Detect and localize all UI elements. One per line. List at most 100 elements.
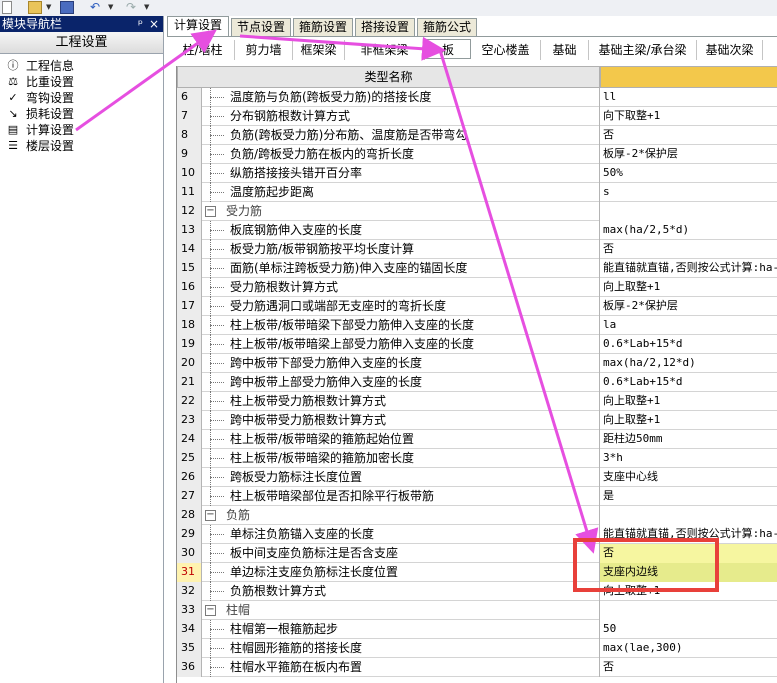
open-folder-icon[interactable] — [28, 1, 42, 14]
grid-row[interactable]: 18 柱上板带/板带暗梁下部受力筋伸入支座的长度 la — [177, 316, 777, 335]
row-value-cell[interactable]: 板厚-2*保护层 — [600, 297, 777, 316]
row-value-cell[interactable]: 是 — [600, 487, 777, 506]
collapse-icon[interactable]: − — [205, 510, 216, 521]
grid-row[interactable]: 8 负筋(跨板受力筋)分布筋、温度筋是否带弯勾 否 — [177, 126, 777, 145]
grid-row[interactable]: 36 柱帽水平箍筋在板内布置 否 — [177, 658, 777, 677]
row-value-cell[interactable]: 向上取整+1 — [600, 278, 777, 297]
new-file-icon[interactable] — [2, 1, 12, 14]
row-value-cell[interactable]: 板厚-2*保护层 — [600, 145, 777, 164]
component-tab[interactable]: 剪力墙 — [235, 40, 293, 60]
grid-row[interactable]: 7 分布钢筋根数计算方式 向下取整+1 — [177, 107, 777, 126]
grid-row[interactable]: 21 跨中板带上部受力筋伸入支座的长度 0.6*Lab+15*d — [177, 373, 777, 392]
row-name-cell[interactable]: 跨板受力筋标注长度位置 — [202, 468, 600, 487]
row-name-cell[interactable]: 柱上板带/板带暗梁上部受力筋伸入支座的长度 — [202, 335, 600, 354]
settings-tab[interactable]: 计算设置 — [167, 16, 229, 36]
settings-tab[interactable]: 箍筋设置 — [293, 18, 353, 36]
row-name-cell[interactable]: 负筋根数计算方式 — [202, 582, 600, 601]
row-value-cell[interactable]: 3*h — [600, 449, 777, 468]
grid-row[interactable]: 23 跨中板带受力筋根数计算方式 向上取整+1 — [177, 411, 777, 430]
grid-row[interactable]: 34 柱帽第一根箍筋起步 50 — [177, 620, 777, 639]
grid-row[interactable]: 22 柱上板带受力筋根数计算方式 向上取整+1 — [177, 392, 777, 411]
grid-group-row[interactable]: 12− 受力筋 — [177, 202, 777, 221]
grid-row[interactable]: 24 柱上板带/板带暗梁的箍筋起始位置 距柱边50mm — [177, 430, 777, 449]
grid-row[interactable]: 19 柱上板带/板带暗梁上部受力筋伸入支座的长度 0.6*Lab+15*d — [177, 335, 777, 354]
undo-icon[interactable]: ↶ — [90, 1, 104, 14]
save-icon[interactable] — [60, 1, 74, 14]
row-name-cell[interactable]: 跨中板带受力筋根数计算方式 — [202, 411, 600, 430]
grid-row[interactable]: 13 板底钢筋伸入支座的长度 max(ha/2,5*d) — [177, 221, 777, 240]
row-name-cell[interactable]: 跨中板带上部受力筋伸入支座的长度 — [202, 373, 600, 392]
grid-row[interactable]: 17 受力筋遇洞口或端部无支座时的弯折长度 板厚-2*保护层 — [177, 297, 777, 316]
row-value-cell[interactable]: 50 — [600, 620, 777, 639]
settings-tab[interactable]: 搭接设置 — [355, 18, 415, 36]
grid-row[interactable]: 14 板受力筋/板带钢筋按平均长度计算 否 — [177, 240, 777, 259]
redo-icon[interactable]: ↷ — [126, 1, 140, 14]
row-value-cell[interactable]: max(ha/2,12*d) — [600, 354, 777, 373]
row-value-cell[interactable]: max(lae,300) — [600, 639, 777, 658]
grid-row[interactable]: 15 面筋(单标注跨板受力筋)伸入支座的锚固长度 能直锚就直锚,否则按公式计算:ha… — [177, 259, 777, 278]
component-tab[interactable]: 空心楼盖 — [471, 40, 541, 60]
chevron-down-icon[interactable]: ▼ — [46, 3, 51, 11]
grid-row[interactable]: 9 负筋/跨板受力筋在板内的弯折长度 板厚-2*保护层 — [177, 145, 777, 164]
row-value-cell[interactable]: 向上取整+1 — [600, 392, 777, 411]
grid-row[interactable]: 26 跨板受力筋标注长度位置 支座中心线 — [177, 468, 777, 487]
row-value-cell[interactable]: 否 — [600, 240, 777, 259]
row-value-cell[interactable]: 50% — [600, 164, 777, 183]
row-value-cell[interactable]: 支座中心线 — [600, 468, 777, 487]
row-value-cell[interactable]: ll — [600, 88, 777, 107]
component-tab[interactable]: 基础 — [541, 40, 589, 60]
grid-row[interactable]: 16 受力筋根数计算方式 向上取整+1 — [177, 278, 777, 297]
navigator-item[interactable]: ↘ 损耗设置 — [0, 106, 163, 122]
component-tab[interactable]: 基础主梁/承台梁 — [589, 40, 697, 60]
row-name-cell[interactable]: 负筋/跨板受力筋在板内的弯折长度 — [202, 145, 600, 164]
navigator-item[interactable]: ✓ 弯钩设置 — [0, 90, 163, 106]
row-name-cell[interactable]: 板底钢筋伸入支座的长度 — [202, 221, 600, 240]
component-tab[interactable]: 板 — [425, 39, 471, 59]
row-name-cell[interactable]: 柱帽水平箍筋在板内布置 — [202, 658, 600, 677]
row-value-cell[interactable]: s — [600, 183, 777, 202]
row-name-cell[interactable]: 负筋(跨板受力筋)分布筋、温度筋是否带弯勾 — [202, 126, 600, 145]
row-value-cell[interactable]: 0.6*Lab+15*d — [600, 373, 777, 392]
collapse-icon[interactable]: − — [205, 605, 216, 616]
row-name-cell[interactable]: 温度筋起步距离 — [202, 183, 600, 202]
row-name-cell[interactable]: 分布钢筋根数计算方式 — [202, 107, 600, 126]
grid-group-row[interactable]: 33− 柱帽 — [177, 601, 777, 620]
row-value-cell[interactable]: 否 — [600, 126, 777, 145]
row-name-cell[interactable]: 柱帽圆形箍筋的搭接长度 — [202, 639, 600, 658]
row-name-cell[interactable]: 面筋(单标注跨板受力筋)伸入支座的锚固长度 — [202, 259, 600, 278]
navigator-item[interactable]: ▤ 计算设置 — [0, 122, 163, 138]
grid-row[interactable]: 25 柱上板带/板带暗梁的箍筋加密长度 3*h — [177, 449, 777, 468]
row-name-cell[interactable]: 纵筋搭接接头错开百分率 — [202, 164, 600, 183]
collapse-icon[interactable]: − — [205, 206, 216, 217]
grid-row[interactable]: 11 温度筋起步距离 s — [177, 183, 777, 202]
row-name-cell[interactable]: 柱帽第一根箍筋起步 — [202, 620, 600, 639]
column-header-name[interactable]: 类型名称 — [177, 66, 600, 88]
row-name-cell[interactable]: 柱上板带暗梁部位是否扣除平行板带筋 — [202, 487, 600, 506]
row-value-cell[interactable]: 能直锚就直锚,否则按公式计算:ha-bhc+15*d — [600, 259, 777, 278]
settings-tab[interactable]: 箍筋公式 — [417, 18, 477, 36]
row-name-cell[interactable]: − 负筋 — [202, 506, 600, 525]
grid-group-row[interactable]: 28− 负筋 — [177, 506, 777, 525]
row-name-cell[interactable]: 跨中板带下部受力筋伸入支座的长度 — [202, 354, 600, 373]
row-value-cell[interactable]: la — [600, 316, 777, 335]
row-value-cell[interactable] — [600, 506, 777, 525]
row-name-cell[interactable]: − 柱帽 — [202, 601, 600, 620]
row-name-cell[interactable]: 温度筋与负筋(跨板受力筋)的搭接长度 — [202, 88, 600, 107]
row-value-cell[interactable]: 距柱边50mm — [600, 430, 777, 449]
component-tab[interactable]: 非框架梁 — [345, 40, 425, 60]
row-name-cell[interactable]: 柱上板带/板带暗梁的箍筋起始位置 — [202, 430, 600, 449]
navigator-item[interactable]: ⚖ 比重设置 — [0, 74, 163, 90]
grid-row[interactable]: 27 柱上板带暗梁部位是否扣除平行板带筋 是 — [177, 487, 777, 506]
row-name-cell[interactable]: 柱上板带/板带暗梁的箍筋加密长度 — [202, 449, 600, 468]
row-value-cell[interactable]: 向上取整+1 — [600, 411, 777, 430]
row-name-cell[interactable]: 板中间支座负筋标注是否含支座 — [202, 544, 600, 563]
chevron-down-icon[interactable]: ▼ — [144, 3, 149, 11]
grid-row[interactable]: 20 跨中板带下部受力筋伸入支座的长度 max(ha/2,12*d) — [177, 354, 777, 373]
chevron-down-icon[interactable]: ▼ — [108, 3, 113, 11]
close-icon[interactable]: × — [149, 16, 159, 32]
row-name-cell[interactable]: 受力筋根数计算方式 — [202, 278, 600, 297]
navigator-section-header[interactable]: 工程设置 — [0, 32, 163, 54]
row-name-cell[interactable]: 单边标注支座负筋标注长度位置 — [202, 563, 600, 582]
component-tab[interactable]: 柱/墙柱 — [171, 40, 235, 60]
row-name-cell[interactable]: − 受力筋 — [202, 202, 600, 221]
